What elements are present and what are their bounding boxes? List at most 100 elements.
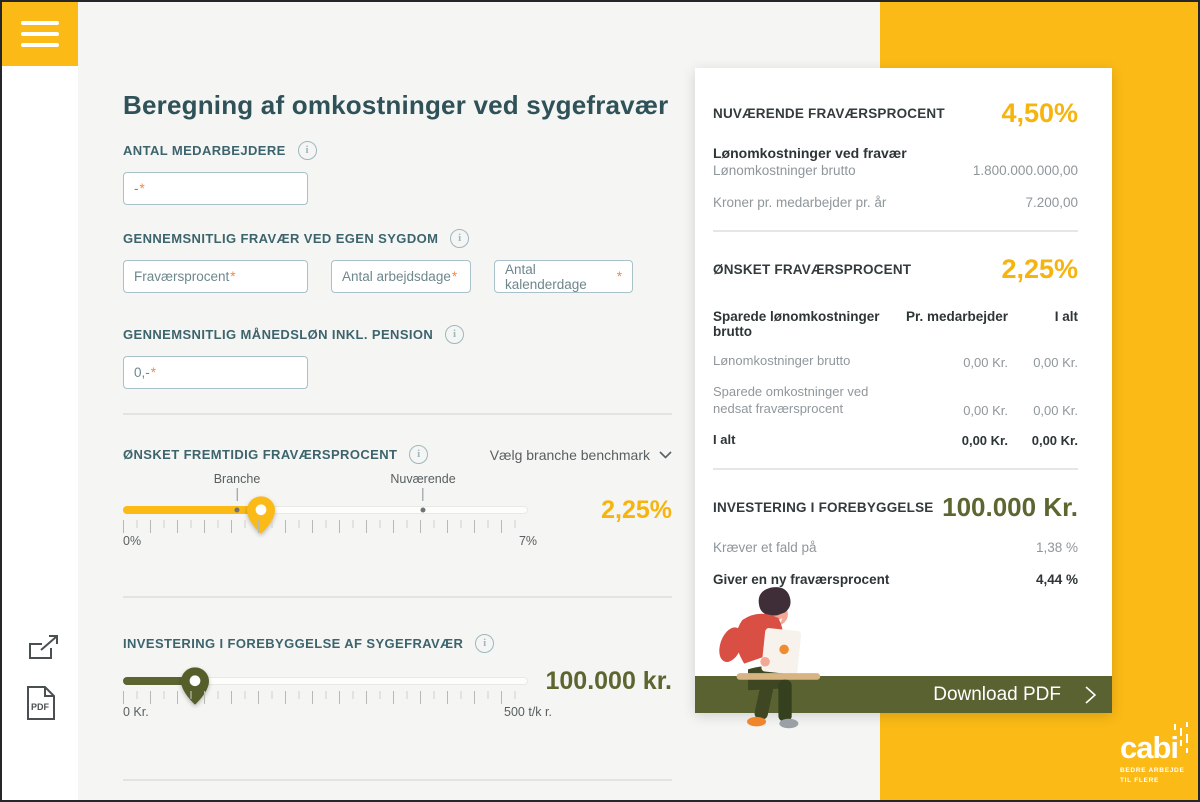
- slider-min-label: 0 Kr.: [123, 705, 149, 719]
- result-row-total: Giver en ny fraværsprocent 4,44 %: [713, 572, 1078, 587]
- calculator-form: Beregning af omkostninger ved sygefravær…: [123, 2, 672, 781]
- industry-marker-label: Branche: [214, 472, 261, 486]
- salary-input[interactable]: 0,- *: [123, 356, 308, 389]
- row-label: I alt: [713, 431, 896, 449]
- info-icon[interactable]: i: [450, 229, 469, 248]
- row-label: Kræver et fald på: [713, 540, 817, 555]
- row-total-value: 0,00 Kr.: [1008, 433, 1078, 448]
- employees-input[interactable]: - *: [123, 172, 308, 205]
- salary-label-row: GENNEMSNITLIG MÅNEDSLØN INKL. PENSION i: [123, 325, 672, 344]
- placeholder-text: Antal kalenderdage: [505, 262, 616, 292]
- row-label: Giver en ny fraværsprocent: [713, 572, 889, 587]
- row-value: 4,44 %: [1036, 572, 1078, 587]
- row-per-value: 0,00 Kr.: [896, 403, 1008, 418]
- slider-track-zone: Branche Nuværende: [123, 472, 528, 572]
- chevron-down-icon: [659, 451, 672, 459]
- workdays-input[interactable]: Antal arbejdsdage *: [331, 260, 471, 293]
- current-marker-label: Nuværende: [390, 472, 455, 486]
- table-row: Sparede omkostninger ved nedsat fraværsp…: [713, 383, 1078, 418]
- row-total-value: 0,00 Kr.: [1008, 403, 1078, 418]
- result-row: Kroner pr. medarbejder pr. år 7.200,00: [713, 195, 1078, 210]
- salary-label: GENNEMSNITLIG MÅNEDSLØN INKL. PENSION: [123, 327, 433, 342]
- slider-track[interactable]: [123, 506, 528, 514]
- download-pdf-button[interactable]: Download PDF: [695, 676, 1112, 713]
- employees-label: ANTAL MEDARBEJDERE: [123, 143, 286, 158]
- slider-fill: [123, 506, 261, 514]
- hamburger-icon: [21, 32, 59, 36]
- wage-costs-group-title: Lønomkostninger ved fravær: [713, 145, 1078, 161]
- desired-percent-label: ØNSKET FRAVÆRSPROCENT: [713, 262, 911, 277]
- info-icon[interactable]: i: [445, 325, 464, 344]
- cabi-logo: cabi BEDRE ARBEJDE TIL FLERE: [1120, 732, 1190, 787]
- section-divider: [123, 596, 672, 598]
- row-label: Sparede omkostninger ved nedsat fraværsp…: [713, 383, 896, 418]
- chevron-right-icon: [1085, 686, 1096, 704]
- investment-summary-label: INVESTERING I FOREBYGGELSE: [713, 500, 933, 515]
- placeholder-text: -: [134, 181, 139, 196]
- row-label: Lønomkostninger brutto: [713, 163, 856, 178]
- page-title: Beregning af omkostninger ved sygefravær: [123, 90, 672, 121]
- row-per-value: 0,00 Kr.: [896, 355, 1008, 370]
- slider-max-label: 7%: [519, 534, 537, 548]
- current-marker-dot: [421, 508, 426, 513]
- placeholder-text: Fraværsprocent: [134, 269, 229, 284]
- marker-line: [237, 488, 238, 501]
- info-icon[interactable]: i: [475, 634, 494, 653]
- slider-ticks: [123, 520, 528, 533]
- col-header: Sparede lønomkostninger brutto: [713, 309, 896, 339]
- slider-track-zone: 0 Kr. 500 t/k r.: [123, 661, 528, 745]
- cabi-tagline: BEDRE ARBEJDE TIL FLERE: [1120, 766, 1190, 787]
- table-row-total: I alt 0,00 Kr. 0,00 Kr.: [713, 431, 1078, 449]
- target-percent-value: 2,25%: [601, 496, 672, 525]
- calendar-days-input[interactable]: Antal kalenderdage *: [494, 260, 633, 293]
- slider-max-label: 500 t/k r.: [504, 705, 552, 719]
- info-icon[interactable]: i: [409, 445, 428, 464]
- absence-label: GENNEMSNITLIG FRAVÆR VED EGEN SYGDOM: [123, 231, 438, 246]
- slider-ticks: [123, 691, 528, 704]
- placeholder-text: Antal arbejdsdage: [342, 269, 451, 284]
- row-total-value: 0,00 Kr.: [1008, 355, 1078, 370]
- target-label-row: ØNSKET FREMTIDIG FRAVÆRSPROCENT i: [123, 445, 428, 464]
- info-icon[interactable]: i: [298, 141, 317, 160]
- app-window: PDF Beregning af omkostninger ved sygefr…: [0, 0, 1200, 802]
- investment-label-row: INVESTERING I FOREBYGGELSE AF SYGEFRAVÆR…: [123, 634, 672, 653]
- panel-divider: [713, 468, 1078, 470]
- hamburger-icon: [21, 21, 59, 25]
- download-pdf-label: Download PDF: [933, 684, 1061, 706]
- marker-line: [422, 488, 423, 501]
- absence-label-row: GENNEMSNITLIG FRAVÆR VED EGEN SYGDOM i: [123, 229, 672, 248]
- current-percent-value: 4,50%: [1001, 98, 1078, 129]
- savings-table-header: Sparede lønomkostninger brutto Pr. medar…: [713, 309, 1078, 339]
- row-value: 1.800.000.000,00: [973, 163, 1078, 178]
- table-row: Lønomkostninger brutto 0,00 Kr. 0,00 Kr.: [713, 352, 1078, 370]
- target-section-header: ØNSKET FREMTIDIG FRAVÆRSPROCENT i Vælg b…: [123, 445, 672, 464]
- desired-percent-value: 2,25%: [1001, 254, 1078, 285]
- pdf-button[interactable]: PDF: [26, 685, 56, 726]
- hamburger-icon: [21, 43, 59, 47]
- required-asterisk: *: [617, 269, 622, 284]
- absence-inputs-row: Fraværsprocent * Antal arbejdsdage * Ant…: [123, 260, 672, 293]
- share-button[interactable]: [26, 632, 62, 669]
- row-value: 1,38 %: [1036, 540, 1078, 555]
- benchmark-label: Vælg branche benchmark: [490, 447, 650, 463]
- required-asterisk: *: [151, 365, 156, 380]
- employees-label-row: ANTAL MEDARBEJDERE i: [123, 141, 672, 160]
- absence-percent-input[interactable]: Fraværsprocent *: [123, 260, 308, 293]
- placeholder-text: 0,-: [134, 365, 150, 380]
- row-label: Lønomkostninger brutto: [713, 352, 896, 370]
- result-row: Kræver et fald på 1,38 %: [713, 540, 1078, 555]
- panel-divider: [713, 230, 1078, 232]
- section-divider: [123, 779, 672, 781]
- hamburger-menu-button[interactable]: [2, 2, 78, 66]
- required-asterisk: *: [140, 181, 145, 196]
- slider-min-label: 0%: [123, 534, 141, 548]
- current-marker: Nuværende: [390, 472, 455, 501]
- target-percent-slider: Branche Nuværende: [123, 472, 672, 572]
- result-row: Lønomkostninger brutto 1.800.000.000,00: [713, 163, 1078, 178]
- benchmark-dropdown[interactable]: Vælg branche benchmark: [490, 447, 672, 463]
- row-per-value: 0,00 Kr.: [896, 433, 1008, 448]
- investment-label: INVESTERING I FOREBYGGELSE AF SYGEFRAVÆR: [123, 636, 463, 651]
- required-asterisk: *: [230, 269, 235, 284]
- required-asterisk: *: [452, 269, 457, 284]
- pdf-file-icon: PDF: [26, 685, 56, 721]
